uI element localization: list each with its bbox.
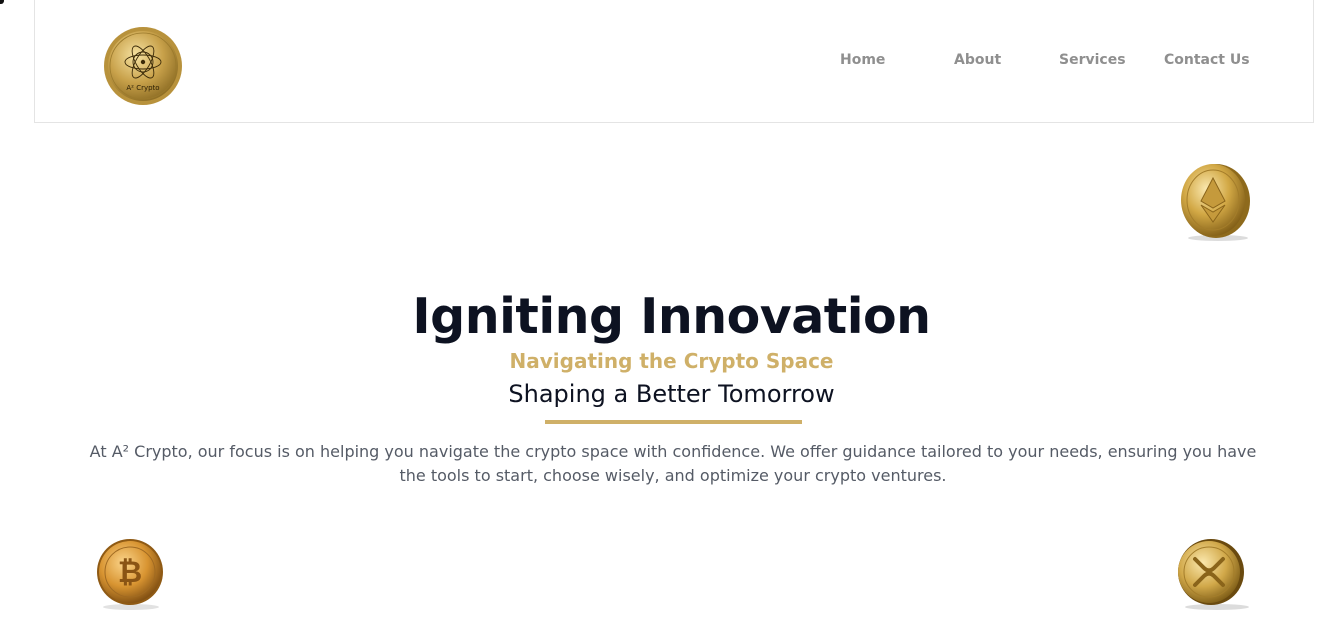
logo-text: A² Crypto (126, 84, 159, 92)
hero-title: Igniting Innovation (412, 288, 931, 345)
window-corner-mark (0, 0, 4, 4)
bitcoin-coin-icon: ₿ (95, 537, 167, 611)
main-nav: Home About Services Contact Us (35, 52, 1313, 72)
nav-home-link[interactable]: Home (840, 52, 885, 68)
ethereum-coin-icon (1176, 162, 1252, 242)
xrp-coin-icon (1173, 537, 1253, 611)
title-underline (545, 420, 802, 424)
site-header: A² Crypto Home About Services Contact Us (34, 0, 1314, 123)
hero-subtitle: Shaping a Better Tomorrow (508, 380, 835, 408)
hero-subtitle-gold: Navigating the Crypto Space (509, 349, 834, 373)
hero-description: At A² Crypto, our focus is on helping yo… (89, 442, 1257, 485)
nav-contact-link[interactable]: Contact Us (1164, 52, 1250, 68)
nav-about-link[interactable]: About (954, 52, 1001, 68)
svg-text:₿: ₿ (118, 555, 142, 590)
nav-services-link[interactable]: Services (1059, 52, 1126, 68)
